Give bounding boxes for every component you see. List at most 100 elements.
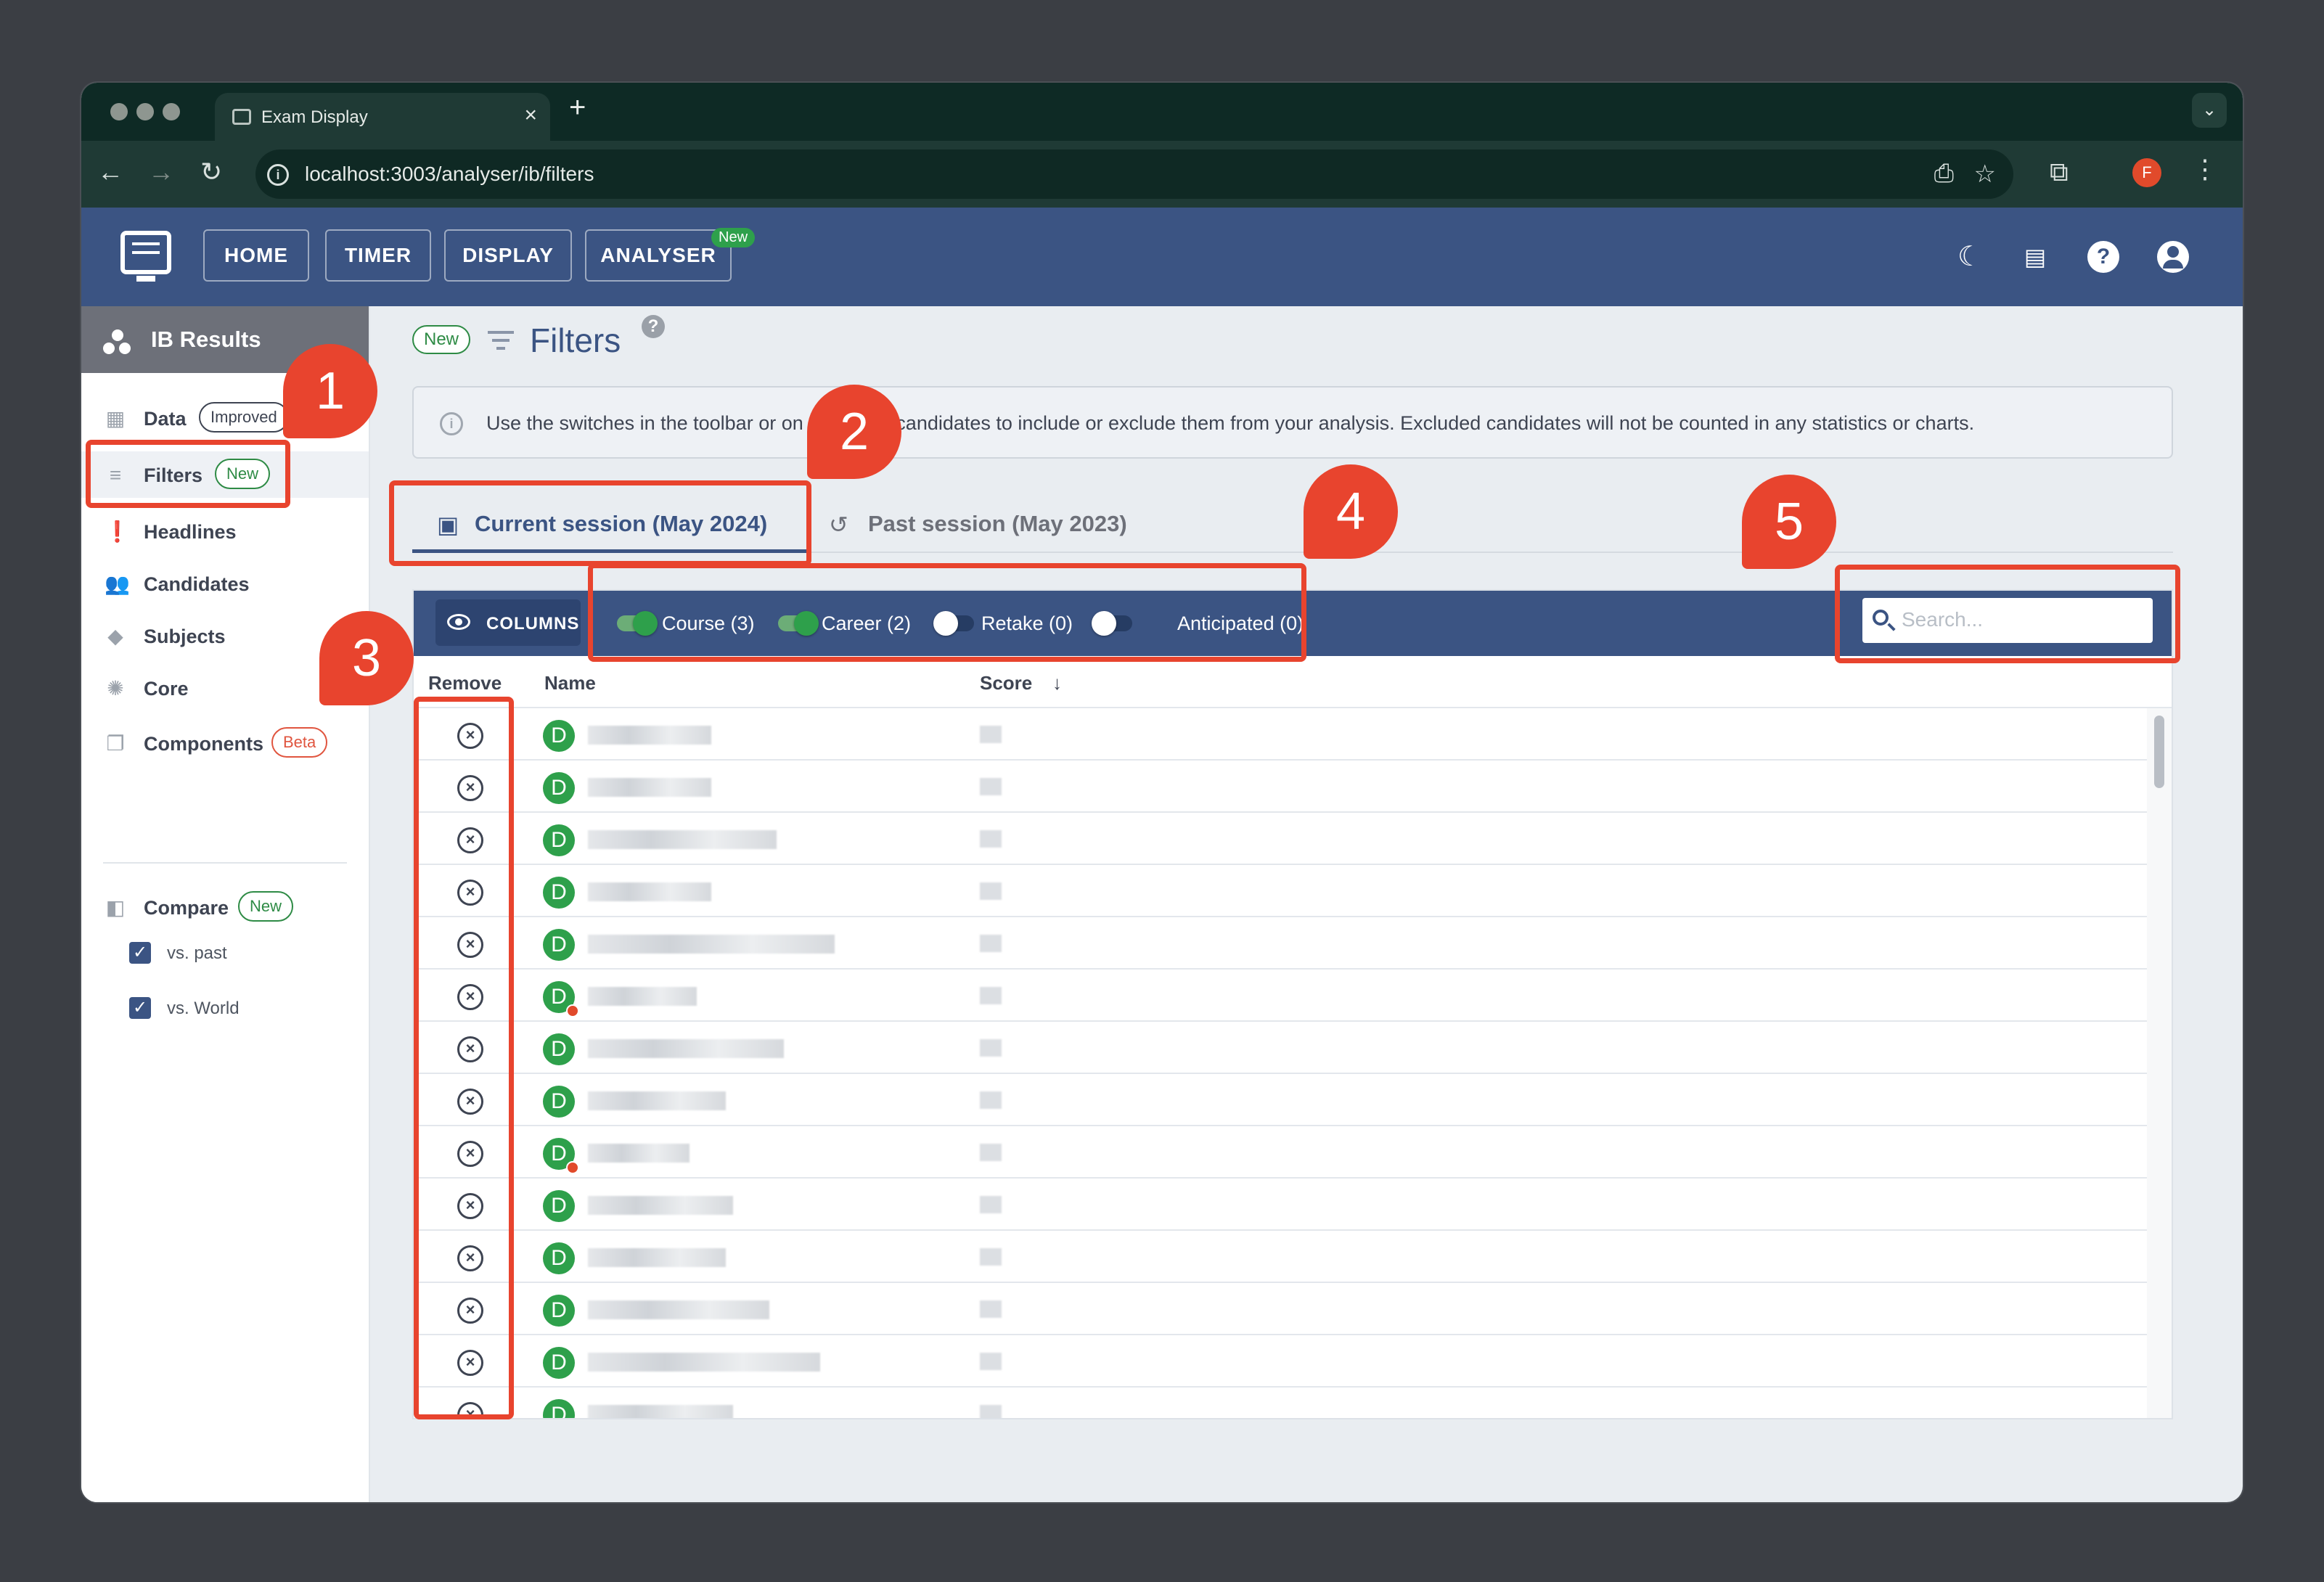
menu-icon[interactable]: ⋮ (2192, 154, 2218, 184)
new-tab-button[interactable]: + (569, 91, 586, 124)
results-icon (103, 329, 132, 354)
redacted-score (980, 830, 1002, 848)
omnibox[interactable]: i localhost:3003/analyser/ib/filters ⎙ ☆ (255, 149, 2013, 199)
profile-avatar[interactable]: F (2132, 158, 2161, 187)
redacted-score (980, 935, 1002, 952)
sidebar-item-label: Headlines (144, 521, 237, 543)
maximize-window-button[interactable] (163, 103, 180, 120)
beta-badge: Beta (271, 727, 328, 758)
vs-world-checkbox[interactable]: ✓ (129, 997, 151, 1019)
reload-icon[interactable]: ↻ (200, 157, 222, 187)
tab-close-icon[interactable]: × (524, 103, 537, 128)
annotation-number-1: 1 (283, 344, 377, 438)
table-row: × D (414, 970, 2148, 1022)
annotation-box-3 (414, 697, 514, 1419)
tab-title: Exam Display (261, 107, 368, 127)
redacted-name (588, 1196, 733, 1215)
sort-desc-icon[interactable]: ↓ (1052, 672, 1062, 694)
forward-icon[interactable]: → (148, 157, 174, 187)
table-row: × D (414, 1022, 2148, 1074)
sidebar-item-headlines[interactable]: ❗ Headlines (81, 508, 369, 554)
dark-mode-icon[interactable]: ☾ (1954, 241, 1986, 273)
redacted-name (588, 1353, 820, 1372)
candidate-avatar: D (543, 1033, 575, 1065)
sidebar-item-components[interactable]: ❐ Components Beta (81, 720, 369, 766)
app-logo-icon[interactable] (120, 231, 171, 282)
name-column-header[interactable]: Name (544, 672, 596, 694)
account-icon[interactable] (2157, 241, 2189, 273)
help-icon[interactable]: ? (2087, 241, 2119, 273)
candidate-avatar: D (543, 772, 575, 804)
sidebar-item-label: Components (144, 733, 263, 755)
sidebar-divider (103, 862, 347, 864)
remove-column-header[interactable]: Remove (428, 672, 502, 694)
annotation-number-5: 5 (1742, 475, 1836, 569)
table-row: × D (414, 1335, 2148, 1388)
core-icon: ✺ (107, 677, 124, 700)
candidate-avatar: D (543, 877, 575, 909)
analyser-new-badge: New (711, 228, 756, 247)
vs-past-checkbox[interactable]: ✓ (129, 942, 151, 964)
redacted-name (588, 778, 711, 797)
redacted-name (588, 726, 711, 745)
score-column-header[interactable]: Score (980, 672, 1032, 694)
site-info-icon[interactable]: i (267, 164, 289, 186)
improved-badge: Improved (199, 402, 289, 433)
redacted-name (588, 935, 835, 954)
table-row: × D (414, 1074, 2148, 1126)
vs-past-label: vs. past (167, 943, 227, 963)
nav-home-button[interactable]: HOME (203, 229, 309, 282)
tab-past-session[interactable]: ↺ Past session (May 2023) (810, 492, 1158, 553)
candidate-avatar: D (543, 1190, 575, 1222)
table-row: × D (414, 1126, 2148, 1179)
browser-window: Exam Display × + ⌄ ← → ↻ i localhost:300… (81, 83, 2243, 1502)
sidebar-item-candidates[interactable]: 👥 Candidates (81, 560, 369, 607)
redacted-name (588, 882, 711, 901)
columns-button[interactable]: COLUMNS (435, 599, 581, 646)
candidate-avatar: D (543, 929, 575, 961)
grid-rows: × D × D × D × D × D × D × D × D × D × D × D × D × D × D (414, 708, 2148, 1418)
redacted-name (588, 1300, 769, 1319)
people-icon: 👥 (105, 573, 130, 595)
redacted-score (980, 1144, 1002, 1161)
display-icon[interactable]: ▤ (2019, 241, 2051, 273)
scrollbar-thumb[interactable] (2154, 716, 2164, 788)
sidebar-item-compare[interactable]: ◧ Compare New (81, 884, 369, 930)
tab-strip: Exam Display × + ⌄ (81, 83, 2243, 141)
redacted-score (980, 987, 1002, 1004)
table-row: × D (414, 1179, 2148, 1231)
redacted-score (980, 1196, 1002, 1213)
sidebar-item-label: Data (144, 408, 187, 430)
table-row: × D (414, 1231, 2148, 1283)
globe-icon (566, 1004, 579, 1017)
close-window-button[interactable] (110, 103, 128, 120)
star-icon[interactable]: ☆ (1974, 160, 1996, 189)
url-text[interactable]: localhost:3003/analyser/ib/filters (305, 163, 594, 186)
nav-display-button[interactable]: DISPLAY (444, 229, 572, 282)
annotation-number-4: 4 (1304, 464, 1398, 559)
grid-scrollbar[interactable] (2147, 708, 2172, 1418)
nav-analyser-button[interactable]: ANALYSER (585, 229, 732, 282)
info-text: Use the switches in the toolbar or on in… (486, 412, 1975, 434)
candidate-avatar: D (543, 1295, 575, 1327)
install-icon[interactable]: ⎙ (1934, 160, 1954, 188)
sidebar-title: IB Results (151, 327, 261, 352)
browser-tab[interactable]: Exam Display × (215, 93, 550, 141)
sidebar-item-label: Core (144, 678, 189, 700)
back-icon[interactable]: ← (97, 157, 123, 187)
table-row: × D (414, 813, 2148, 865)
table-icon: ▦ (105, 407, 126, 430)
candidates-grid: COLUMNS Course (3) Career (2) Retake (0)… (412, 589, 2173, 1419)
extensions-icon[interactable]: ⧉ (2050, 157, 2069, 188)
help-icon[interactable]: ? (642, 315, 665, 338)
minimize-window-button[interactable] (136, 103, 154, 120)
tab-search-button[interactable]: ⌄ (2192, 93, 2227, 128)
table-row: × D (414, 865, 2148, 917)
nav-timer-button[interactable]: TIMER (325, 229, 431, 282)
components-icon: ❐ (106, 732, 125, 755)
table-row: × D (414, 1388, 2148, 1418)
redacted-score (980, 1353, 1002, 1370)
redacted-score (980, 1039, 1002, 1057)
redacted-name (588, 1039, 784, 1058)
eye-icon (447, 614, 470, 630)
